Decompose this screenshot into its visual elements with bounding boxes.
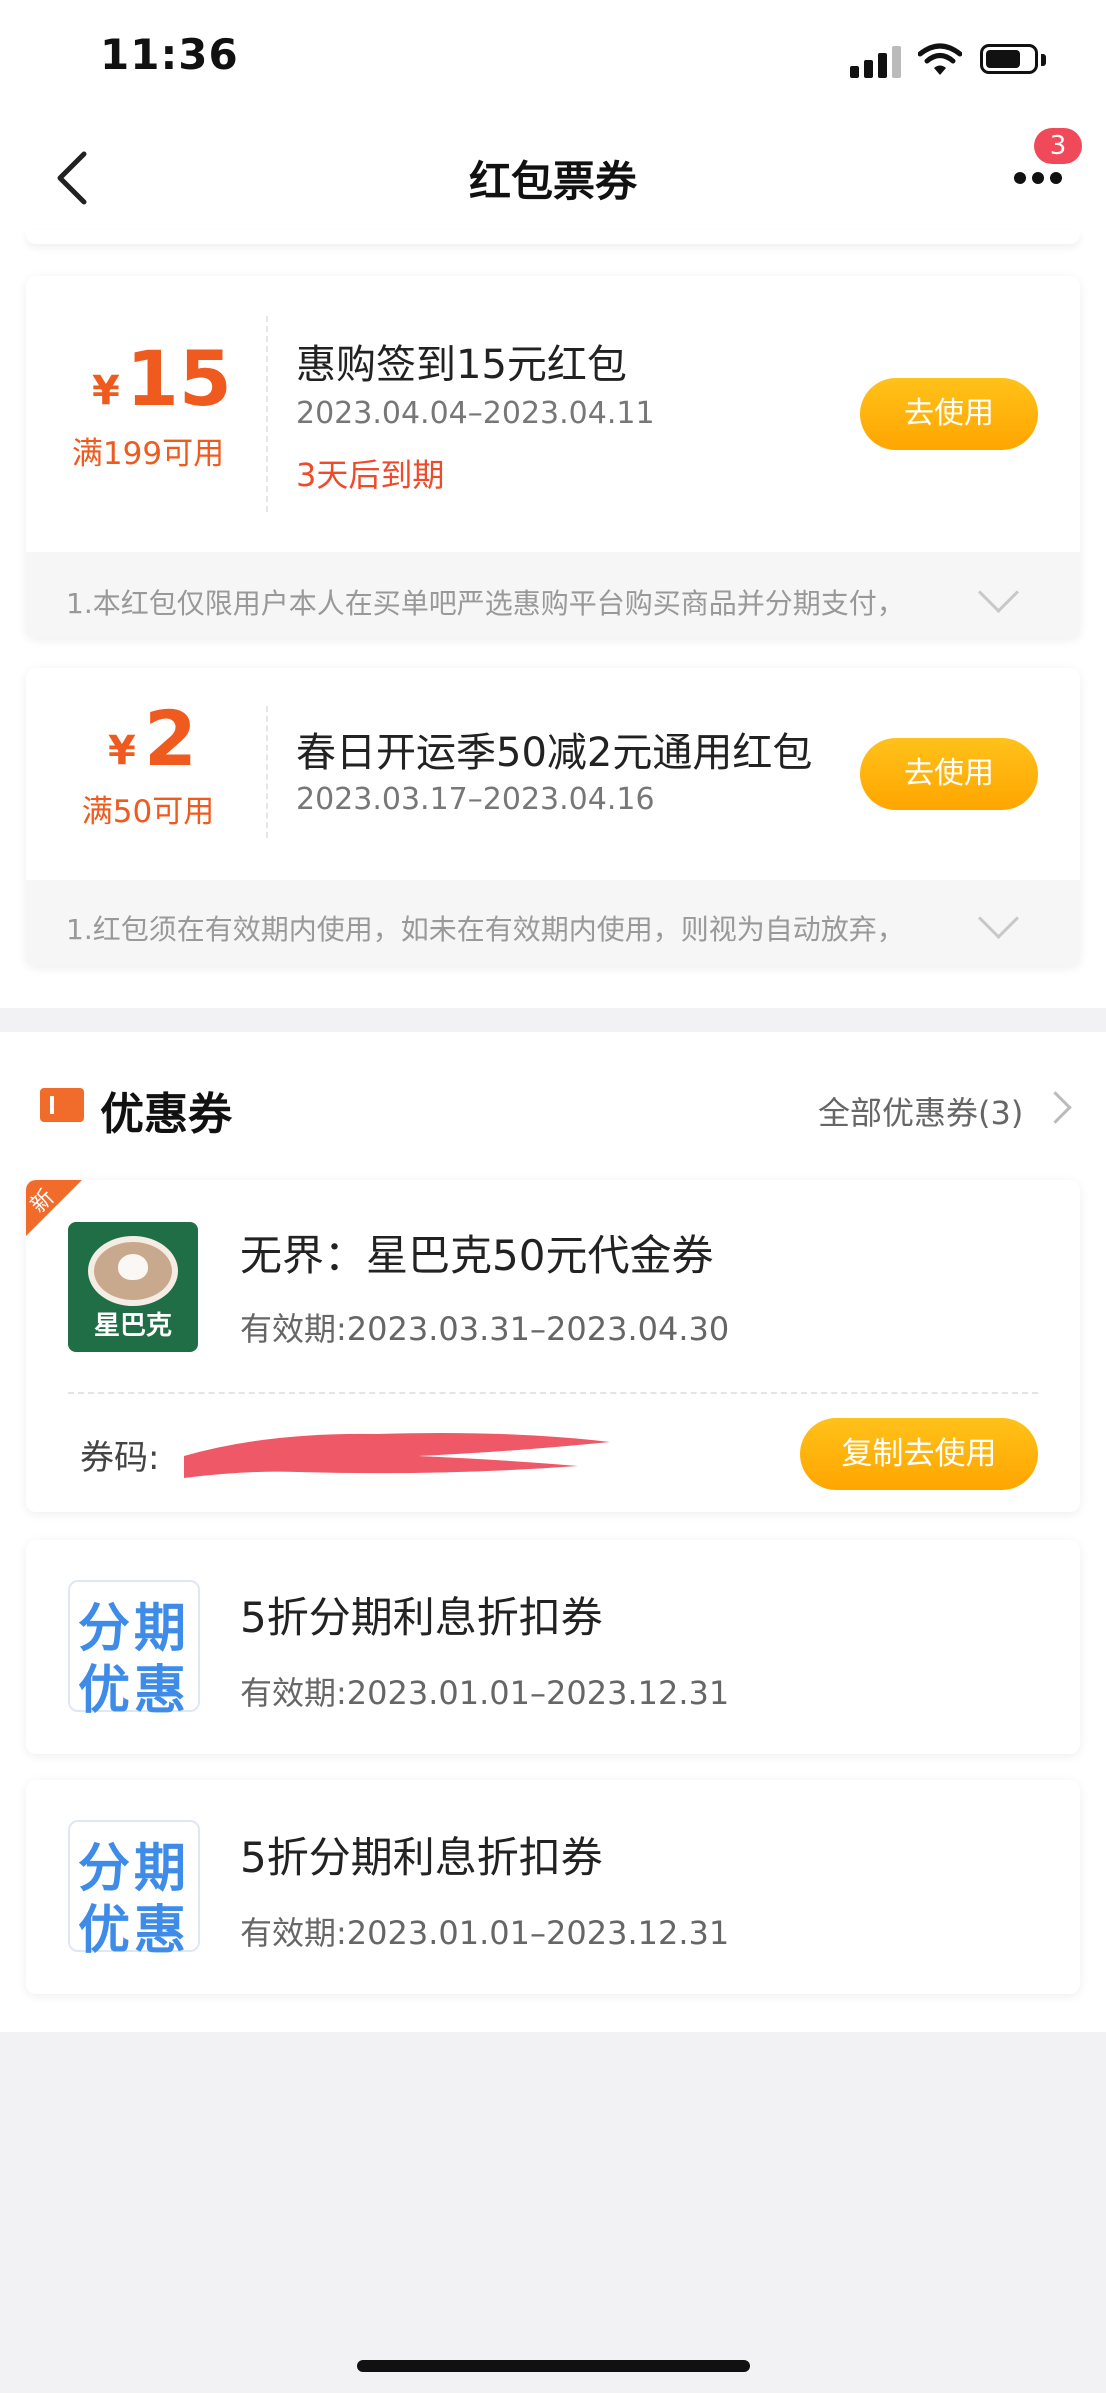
notification-badge: 3 (1034, 128, 1082, 164)
logo-line: 优惠 (77, 1661, 190, 1721)
packet-date: 2023.04.04–2023.04.11 (296, 396, 655, 431)
starbucks-logo: 星巴克 (68, 1222, 198, 1352)
cellular-signal-icon (850, 44, 902, 78)
currency-symbol: ¥ (92, 368, 120, 414)
packet-expiry: 3天后到期 (296, 456, 445, 494)
home-indicator[interactable] (357, 2360, 750, 2372)
installment-discount-logo: 分期 优惠 (68, 1580, 200, 1721)
packet-note: 1.红包须在有效期内使用，如未在有效期内使用，则视为自动放弃， (66, 913, 905, 946)
coupon-title: 无界：星巴克50元代金券 (240, 1231, 714, 1280)
packet-condition: 满199可用 (71, 436, 225, 472)
packet-condition: 满50可用 (81, 794, 215, 830)
all-coupons-link[interactable]: 全部优惠券(3) (818, 1088, 1023, 1134)
section-title: 优惠券 (100, 1089, 232, 1140)
use-button[interactable]: 去使用 (860, 378, 1038, 450)
ticket-icon (40, 1088, 84, 1122)
packet-title: 春日开运季50减2元通用红包 (296, 730, 813, 776)
redacted-code-mark (184, 1433, 610, 1478)
divider (266, 706, 268, 838)
coffee-cup-icon (88, 1236, 178, 1306)
previous-card-edge (26, 230, 1080, 244)
packet-amount: 2 (144, 694, 197, 783)
coupon-title: 5折分期利息折扣券 (240, 1833, 603, 1882)
use-button[interactable]: 去使用 (860, 738, 1038, 810)
divider (266, 316, 268, 512)
battery-icon (980, 44, 1048, 76)
status-time: 11:36 (100, 30, 239, 79)
logo-label: 星巴克 (93, 1311, 172, 1341)
more-options-icon[interactable] (1010, 160, 1066, 190)
packet-note: 1.本红包仅限用户本人在买单吧严选惠购平台购买商品并分期支付， (66, 587, 905, 620)
coupon-validity: 有效期:2023.03.31–2023.04.30 (240, 1310, 730, 1348)
dashed-divider (68, 1392, 1038, 1394)
coupon-title: 5折分期利息折扣券 (240, 1593, 603, 1642)
currency-symbol: ¥ (108, 728, 136, 774)
coupon-validity: 有效期:2023.01.01–2023.12.31 (240, 1674, 730, 1712)
page-title: 红包票券 (468, 157, 637, 206)
copy-and-use-button[interactable]: 复制去使用 (800, 1418, 1038, 1490)
packet-title: 惠购签到15元红包 (296, 342, 627, 388)
packet-amount: 15 (126, 334, 232, 423)
wifi-icon (918, 43, 962, 75)
packet-date: 2023.03.17–2023.04.16 (296, 782, 655, 817)
coupon-validity: 有效期:2023.01.01–2023.12.31 (240, 1914, 730, 1952)
logo-line: 优惠 (77, 1901, 190, 1961)
coupon-code-label: 券码: (80, 1438, 160, 1478)
installment-discount-logo: 分期 优惠 (68, 1820, 200, 1961)
